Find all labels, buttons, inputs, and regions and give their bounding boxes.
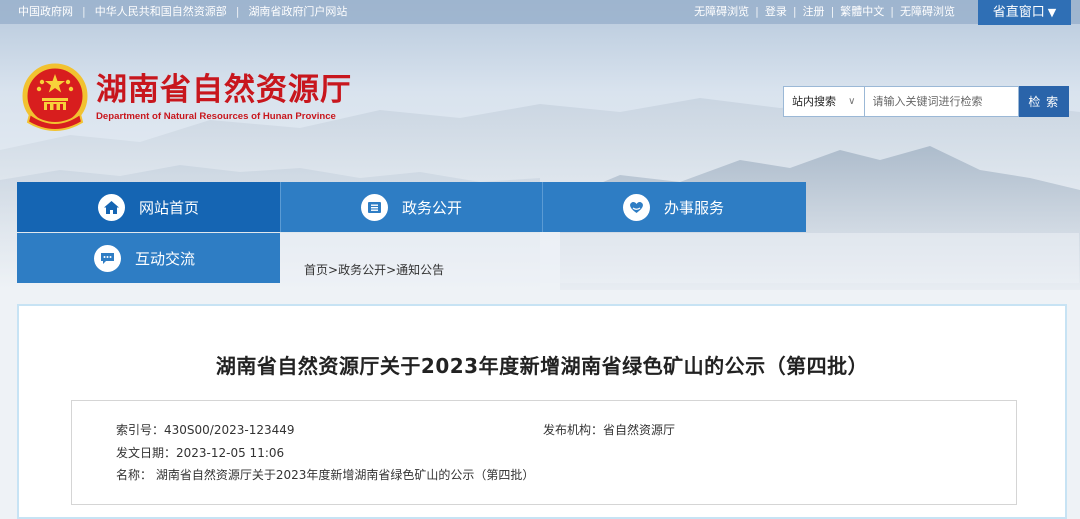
- article-meta-box: 索引号：430S00/2023-123449 发布机构：省自然资源厅 发文日期：…: [71, 400, 1017, 505]
- divider: |: [235, 5, 240, 18]
- divider: |: [755, 5, 759, 18]
- breadcrumb-bar: 首页>政务公开>通知公告: [280, 233, 1079, 283]
- nav-item-services[interactable]: 办事服务: [542, 182, 806, 232]
- site-title[interactable]: 湖南省自然资源厅 Department of Natural Resources…: [96, 72, 352, 124]
- link-accessibility[interactable]: 无障碍浏览: [694, 5, 749, 18]
- link-mnr[interactable]: 中华人民共和国自然资源部: [95, 5, 227, 18]
- link-traditional-chinese[interactable]: 繁體中文: [840, 5, 884, 18]
- breadcrumb-gov-affairs[interactable]: 政务公开: [338, 263, 386, 277]
- top-bar: 中国政府网 | 中华人民共和国自然资源部 | 湖南省政府门户网站 无障碍浏览 | 登录 | 注册…: [0, 0, 1080, 25]
- divider: |: [82, 5, 86, 18]
- breadcrumb-separator: >: [328, 263, 339, 277]
- nav-label: 政务公开: [402, 198, 463, 217]
- link-login[interactable]: 登录: [765, 5, 787, 18]
- site-title-cn: 湖南省自然资源厅: [96, 72, 352, 108]
- nav-label: 办事服务: [664, 198, 725, 217]
- document-icon: [361, 193, 388, 221]
- search-button[interactable]: 检 索: [1018, 86, 1069, 117]
- home-icon: [98, 193, 125, 221]
- breadcrumb: 首页>政务公开>通知公告: [304, 261, 444, 278]
- search-bar: 站内搜索 ∨ 检 索: [783, 86, 1069, 117]
- breadcrumb-separator: >: [386, 263, 397, 277]
- chat-icon: [94, 244, 121, 272]
- nav-label: 网站首页: [139, 198, 200, 217]
- top-links-right: 无障碍浏览 | 登录 | 注册 | 繁體中文 | 无障碍浏览: [694, 0, 955, 24]
- article-panel: 湖南省自然资源厅关于2023年度新增湖南省绿色矿山的公示（第四批） 索引号：43…: [17, 304, 1067, 519]
- breadcrumb-notices[interactable]: 通知公告: [396, 263, 444, 277]
- heart-hand-icon: [623, 193, 650, 221]
- top-links-left: 中国政府网 | 中华人民共和国自然资源部 | 湖南省政府门户网站: [18, 0, 347, 24]
- nav-item-gov-affairs[interactable]: 政务公开: [280, 182, 542, 232]
- search-scope-label: 站内搜索: [792, 95, 836, 108]
- portal-label: 省直窗口: [992, 5, 1045, 20]
- link-accessibility-2[interactable]: 无障碍浏览: [900, 5, 955, 18]
- meta-name: 名称： 湖南省自然资源厅关于2023年度新增湖南省绿色矿山的公示（第四批）: [116, 468, 535, 482]
- search-input[interactable]: [864, 86, 1019, 117]
- search-scope-select[interactable]: 站内搜索 ∨: [783, 86, 865, 117]
- site-title-en: Department of Natural Resources of Hunan…: [96, 111, 336, 122]
- article-title: 湖南省自然资源厅关于2023年度新增湖南省绿色矿山的公示（第四批）: [215, 354, 869, 378]
- national-emblem-logo[interactable]: [20, 62, 90, 134]
- caret-down-icon: ▼: [1047, 6, 1057, 19]
- divider: |: [890, 5, 894, 18]
- meta-publisher: 发布机构：省自然资源厅: [543, 423, 676, 437]
- nav-label: 互动交流: [135, 249, 196, 268]
- divider: |: [792, 5, 797, 18]
- meta-index-number: 索引号：430S00/2023-123449: [116, 423, 295, 437]
- breadcrumb-home[interactable]: 首页: [304, 263, 328, 277]
- nav-item-home[interactable]: 网站首页: [17, 182, 280, 232]
- nav-item-interaction[interactable]: 互动交流: [17, 233, 280, 283]
- divider: |: [830, 5, 835, 18]
- link-gov-cn[interactable]: 中国政府网: [18, 5, 73, 18]
- meta-publish-date: 发文日期：2023-12-05 11:06: [116, 446, 285, 460]
- link-hunan-gov[interactable]: 湖南省政府门户网站: [248, 5, 347, 18]
- link-register[interactable]: 注册: [803, 5, 825, 18]
- chevron-down-icon: ∨: [848, 96, 856, 107]
- portal-dropdown-button[interactable]: 省直窗口 ▼: [978, 0, 1071, 25]
